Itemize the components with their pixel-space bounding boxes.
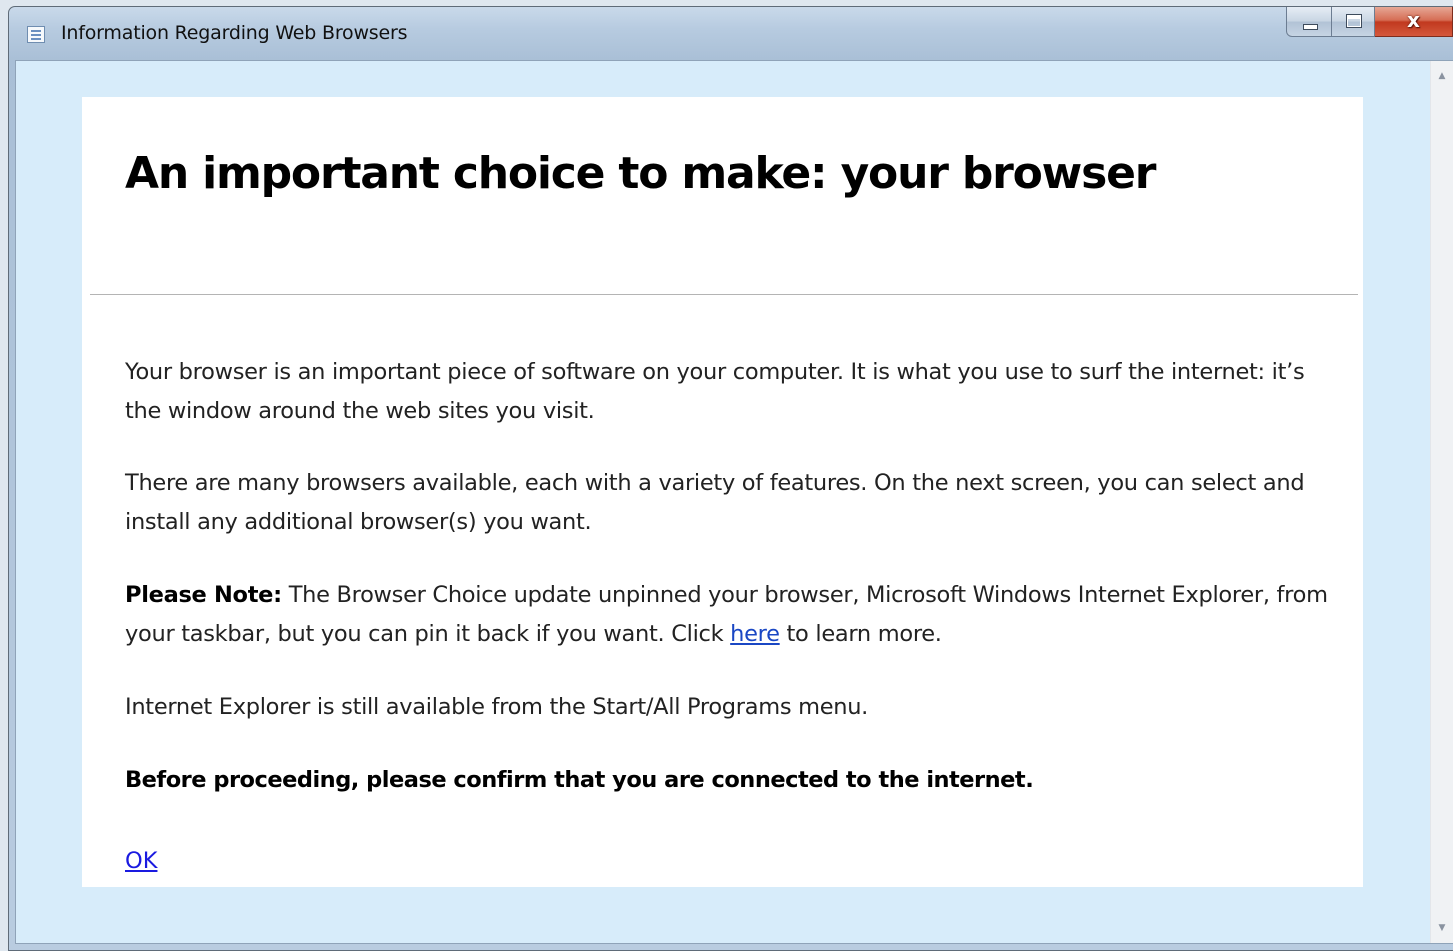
caption-buttons: x	[1286, 7, 1453, 41]
client-area: An important choice to make: your browse…	[15, 60, 1453, 944]
vertical-scrollbar[interactable]: ▲ ▼	[1430, 61, 1453, 943]
scroll-up-arrow-icon[interactable]: ▲	[1431, 65, 1453, 87]
note-label: Please Note:	[125, 582, 282, 608]
page-title: An important choice to make: your browse…	[125, 148, 1156, 199]
minimize-button[interactable]	[1286, 7, 1332, 37]
note-paragraph: Please Note: The Browser Choice update u…	[125, 576, 1340, 654]
browsers-paragraph: There are many browsers available, each …	[125, 470, 1305, 535]
title-bar[interactable]: Information Regarding Web Browsers x	[9, 7, 1453, 61]
intro-paragraph: Your browser is an important piece of so…	[125, 359, 1305, 424]
maximize-button[interactable]	[1332, 7, 1375, 37]
note-text: The Browser Choice update unpinned your …	[125, 582, 1328, 647]
minimize-icon	[1303, 24, 1318, 30]
close-button[interactable]: x	[1375, 7, 1453, 37]
ie-availability-paragraph: Internet Explorer is still available fro…	[125, 694, 869, 720]
maximize-icon	[1346, 14, 1362, 28]
divider	[90, 294, 1358, 295]
window-title: Information Regarding Web Browsers	[61, 22, 408, 44]
confirm-connection-paragraph: Before proceeding, please confirm that y…	[125, 767, 1034, 793]
list-document-icon	[27, 26, 45, 43]
dialog-window: Information Regarding Web Browsers x An …	[8, 6, 1453, 951]
note-tail: to learn more.	[779, 621, 942, 647]
ok-link[interactable]: OK	[125, 842, 157, 881]
content-panel: An important choice to make: your browse…	[82, 97, 1363, 887]
scroll-down-arrow-icon[interactable]: ▼	[1431, 917, 1453, 939]
close-icon: x	[1407, 8, 1420, 32]
here-link[interactable]: here	[730, 621, 780, 647]
